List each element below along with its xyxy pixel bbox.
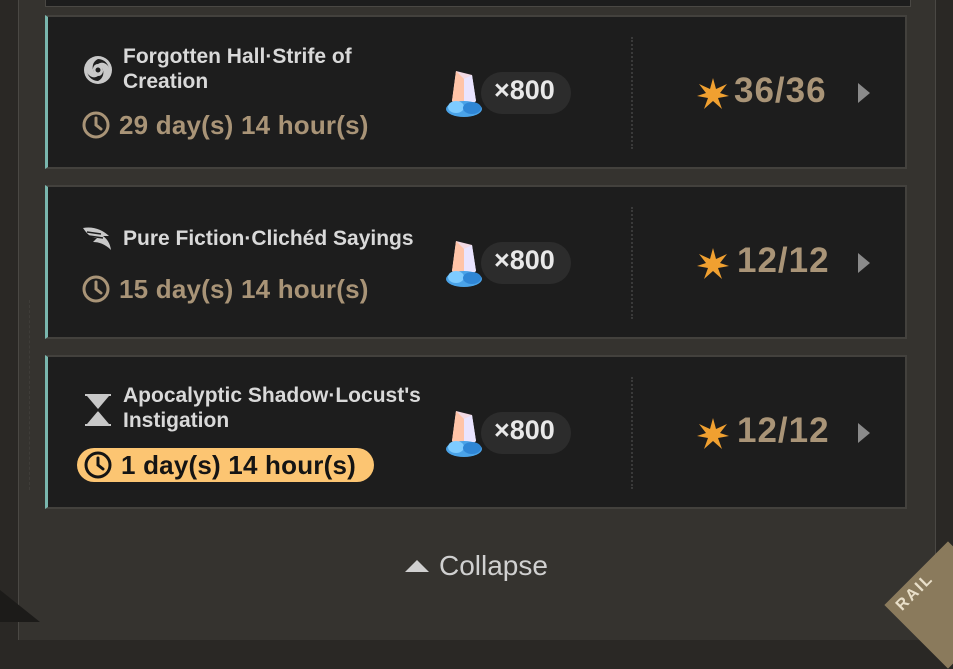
star-icon [697,418,729,449]
mode-title-line1: Apocalyptic Shadow·Locust's [123,384,421,407]
clock-icon [82,111,110,139]
card-divider [631,37,633,149]
mode-title-line2: Instigation [123,409,230,432]
stellar-jade-icon [446,241,482,287]
reward-amount: ×800 [494,245,555,275]
apocalyptic-shadow-hourglass-icon [81,393,115,427]
event-card-forgotten-hall[interactable]: Forgotten Hall·Strife of Creation 29 day… [45,15,907,169]
reward-amount: ×800 [494,75,555,105]
collapse-label: Collapse [439,550,548,581]
star-icon [697,248,729,279]
clock-icon [84,451,112,479]
previous-card-edge [45,0,911,7]
chevron-right-icon[interactable] [856,421,872,445]
chevron-up-icon [405,560,429,572]
forgotten-hall-swirl-icon [81,53,115,87]
timer-text: 15 day(s) 14 hour(s) [119,273,369,304]
clock-icon [82,275,110,303]
mode-title-line1: Pure Fiction·Clichéd Sayings [123,227,414,250]
star-progress: 12/12 [737,241,830,280]
stellar-jade-icon [446,411,482,457]
mode-title-line2: Creation [123,70,209,93]
card-divider [631,207,633,319]
countdown-timer-urgent: 1 day(s) 14 hour(s) [77,448,374,482]
reward-amount: ×800 [494,415,555,445]
countdown-timer: 29 day(s) 14 hour(s) [81,108,369,142]
corner-shadow [0,590,40,622]
stellar-jade-icon [446,71,482,117]
mode-title: Forgotten Hall·Strife of Creation [123,44,423,94]
star-progress: 12/12 [737,411,830,450]
mode-title: Pure Fiction·Clichéd Sayings [123,226,423,251]
event-card-apocalyptic-shadow[interactable]: Apocalyptic Shadow·Locust's Instigation … [45,355,907,509]
mode-title-line1: Forgotten Hall·Strife of [123,45,352,68]
star-progress: 36/36 [734,71,827,110]
event-card-pure-fiction[interactable]: Pure Fiction·Clichéd Sayings 15 day(s) 1… [45,185,907,339]
countdown-timer: 15 day(s) 14 hour(s) [81,272,369,306]
card-divider [631,377,633,489]
star-icon [697,78,729,109]
timer-text: 1 day(s) 14 hour(s) [121,449,356,480]
chevron-right-icon[interactable] [856,251,872,275]
mode-title: Apocalyptic Shadow·Locust's Instigation [123,383,423,433]
timer-text: 29 day(s) 14 hour(s) [119,109,369,140]
pure-fiction-wing-icon [81,221,115,255]
chevron-right-icon[interactable] [856,81,872,105]
collapse-button[interactable]: Collapse [403,546,548,586]
panel-edge-decoration [19,300,30,490]
